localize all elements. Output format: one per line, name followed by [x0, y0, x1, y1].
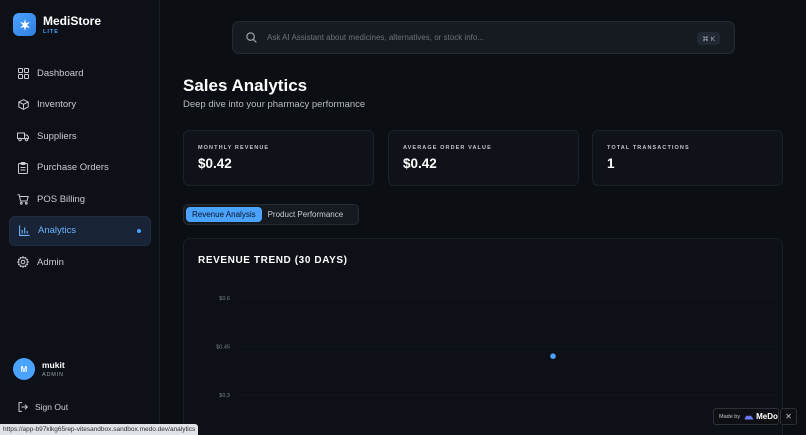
- sidebar-item-pos-billing[interactable]: POS Billing: [9, 184, 151, 214]
- truck-icon: [17, 130, 29, 142]
- stat-card-total-transactions: TOTAL TRANSACTIONS 1: [592, 130, 783, 186]
- sidebar: MediStore LITE Dashboard Inventory Suppl…: [0, 0, 160, 435]
- sign-out-button[interactable]: Sign Out: [18, 402, 68, 412]
- ai-search-bar[interactable]: ⌘ K: [232, 21, 735, 54]
- y-tick-label: $0.6: [219, 296, 230, 302]
- stat-value: $0.42: [198, 156, 232, 171]
- sidebar-item-label: Dashboard: [37, 67, 84, 79]
- sidebar-item-admin[interactable]: Admin: [9, 247, 151, 277]
- sign-out-label: Sign Out: [35, 402, 69, 412]
- made-by-prefix: Made by: [719, 413, 741, 420]
- sidebar-item-suppliers[interactable]: Suppliers: [9, 121, 151, 151]
- brand-tagline: LITE: [43, 28, 59, 35]
- sidebar-item-label: POS Billing: [37, 193, 86, 205]
- tab-revenue-analysis[interactable]: Revenue Analysis: [186, 207, 262, 222]
- stat-card-average-order-value: AVERAGE ORDER VALUE $0.42: [388, 130, 579, 186]
- sidebar-item-label: Analytics: [38, 225, 77, 236]
- sidebar-item-dashboard[interactable]: Dashboard: [9, 58, 151, 88]
- gear-icon: [17, 256, 29, 268]
- user-name: mukit: [42, 359, 65, 370]
- bar-chart-icon: [18, 225, 30, 237]
- sidebar-item-purchase-orders[interactable]: Purchase Orders: [9, 153, 151, 183]
- stat-card-monthly-revenue: MONTHLY REVENUE $0.42: [183, 130, 374, 186]
- brand[interactable]: MediStore LITE: [13, 13, 101, 36]
- grid-icon: [17, 67, 29, 79]
- stat-value: 1: [607, 156, 615, 171]
- search-icon: [246, 32, 257, 43]
- search-input[interactable]: [267, 33, 667, 42]
- medistore-logo-icon: [13, 13, 36, 36]
- sidebar-item-label: Admin: [37, 256, 64, 268]
- stat-label: TOTAL TRANSACTIONS: [607, 145, 690, 151]
- data-point[interactable]: [550, 353, 556, 359]
- sidebar-item-analytics[interactable]: Analytics: [9, 215, 151, 246]
- sidebar-nav: Dashboard Inventory Suppliers Purchase O…: [9, 58, 151, 279]
- y-tick-label: $0.3: [219, 393, 230, 399]
- y-tick-label: $0.45: [216, 345, 230, 351]
- clipboard-icon: [17, 161, 29, 174]
- status-bar-url: https://app-b97klkg65rep-vitesandbox.san…: [0, 424, 199, 435]
- sidebar-item-label: Purchase Orders: [37, 162, 109, 173]
- stat-label: MONTHLY REVENUE: [198, 145, 270, 151]
- tab-product-performance[interactable]: Product Performance: [262, 207, 350, 222]
- sidebar-item-inventory[interactable]: Inventory: [9, 90, 151, 120]
- made-by-name: MeDo: [756, 412, 778, 421]
- keyboard-shortcut-badge: ⌘ K: [697, 32, 720, 45]
- stat-value: $0.42: [403, 156, 437, 171]
- medo-logo-icon: [744, 415, 754, 420]
- analytics-tabs: Revenue Analysis Product Performance: [183, 204, 359, 225]
- stat-label: AVERAGE ORDER VALUE: [403, 145, 492, 151]
- avatar: M: [13, 358, 35, 380]
- cart-icon: [17, 193, 29, 205]
- user-role: ADMIN: [42, 371, 64, 378]
- page-title: Sales Analytics: [183, 76, 308, 95]
- page-subtitle: Deep dive into your pharmacy performance: [183, 99, 366, 110]
- brand-name: MediStore: [43, 13, 102, 28]
- sidebar-item-label: Suppliers: [37, 130, 77, 142]
- logout-icon: [18, 402, 28, 412]
- user-profile[interactable]: M mukit ADMIN: [13, 358, 65, 380]
- close-icon[interactable]: ✕: [780, 408, 797, 425]
- package-icon: [17, 99, 29, 111]
- revenue-trend-chart: $0.6 $0.45 $0.3: [216, 296, 774, 399]
- sidebar-item-label: Inventory: [37, 99, 77, 110]
- revenue-trend-card: REVENUE TREND (30 DAYS) $0.6 $0.45 $0.3: [183, 238, 783, 435]
- made-by-badge[interactable]: Made by MeDo: [713, 408, 779, 425]
- active-indicator-dot: [137, 228, 141, 233]
